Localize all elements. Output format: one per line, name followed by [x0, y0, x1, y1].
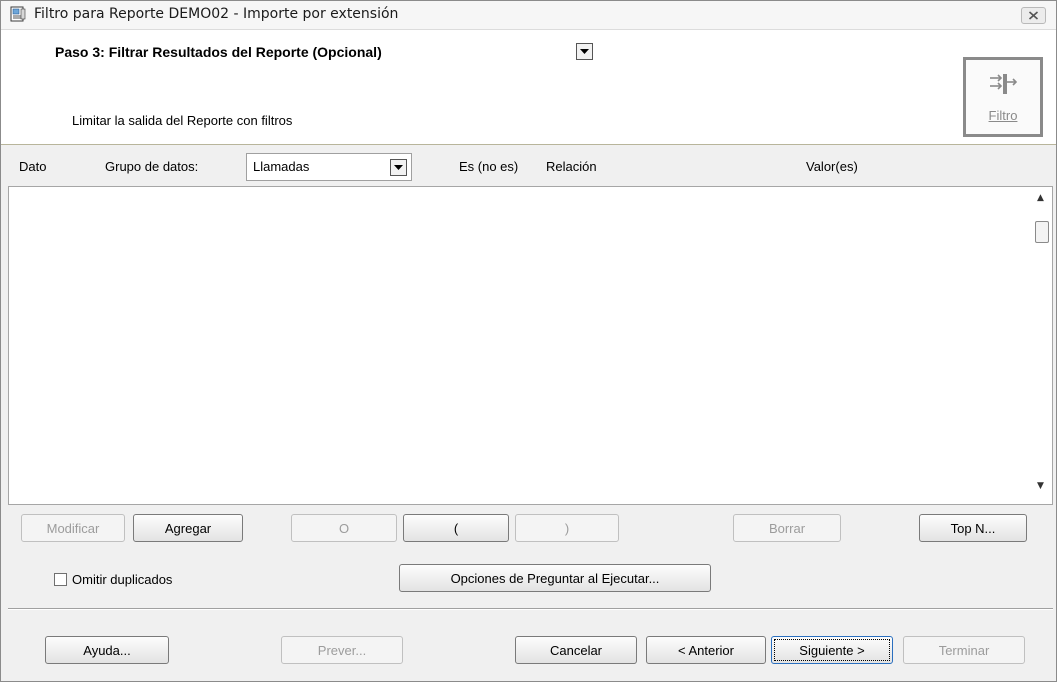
preguntar-options-button[interactable]: Opciones de Preguntar al Ejecutar...: [399, 564, 711, 592]
o-button[interactable]: O: [291, 514, 397, 542]
scroll-down-icon[interactable]: ▼: [1037, 481, 1044, 491]
step-description: Limitar la salida del Reporte con filtro…: [72, 113, 293, 128]
cancelar-button[interactable]: Cancelar: [515, 636, 637, 664]
filter-list[interactable]: ▲ ▼: [8, 186, 1053, 505]
data-group-dropdown-button[interactable]: [390, 159, 407, 176]
title-bar: Filtro para Reporte DEMO02 - Importe por…: [1, 1, 1056, 30]
chevron-down-icon: [394, 165, 403, 170]
column-dato: Dato: [19, 159, 47, 174]
window-title: Filtro para Reporte DEMO02 - Importe por…: [34, 6, 399, 22]
step-dropdown-button[interactable]: [576, 43, 593, 60]
scroll-up-icon[interactable]: ▲: [1037, 193, 1044, 203]
prever-button[interactable]: Prever...: [281, 636, 403, 664]
vertical-scrollbar[interactable]: ▲ ▼: [1033, 187, 1052, 504]
borrar-button[interactable]: Borrar: [733, 514, 841, 542]
omitir-duplicados-checkbox[interactable]: Omitir duplicados: [54, 569, 172, 589]
filter-button-label: Filtro: [988, 108, 1018, 123]
modificar-button[interactable]: Modificar: [21, 514, 125, 542]
report-window-icon: [10, 6, 26, 22]
column-es-no-es: Es (no es): [459, 159, 519, 174]
filter-toolbar-button[interactable]: Filtro: [963, 57, 1043, 137]
step-label: Paso 3: Filtrar Resultados del Reporte (…: [55, 44, 382, 60]
top-n-button[interactable]: Top N...: [919, 514, 1027, 542]
checkbox-box[interactable]: [54, 572, 67, 586]
column-relacion: Relación: [546, 159, 597, 174]
anterior-button[interactable]: < Anterior: [646, 636, 766, 664]
close-icon: [1028, 11, 1039, 20]
filter-dialog: Filtro para Reporte DEMO02 - Importe por…: [0, 0, 1057, 682]
scrollbar-thumb[interactable]: [1035, 221, 1049, 243]
chevron-down-icon: [580, 49, 589, 54]
footer-separator: [8, 608, 1053, 610]
ayuda-button[interactable]: Ayuda...: [45, 636, 169, 664]
data-group-select[interactable]: Llamadas: [246, 153, 412, 181]
filter-column-header: Dato Grupo de datos: Es (no es) Relación…: [1, 148, 1056, 184]
step-selector[interactable]: Paso 3: Filtrar Resultados del Reporte (…: [47, 41, 611, 65]
open-paren-button[interactable]: (: [403, 514, 509, 542]
close-button[interactable]: [1021, 7, 1046, 24]
siguiente-button[interactable]: Siguiente >: [771, 636, 893, 664]
omitir-duplicados-label: Omitir duplicados: [72, 571, 173, 587]
close-paren-button[interactable]: ): [515, 514, 619, 542]
column-valores: Valor(es): [806, 159, 858, 174]
agregar-button[interactable]: Agregar: [133, 514, 243, 542]
filter-icon: [990, 74, 1018, 94]
terminar-button[interactable]: Terminar: [903, 636, 1025, 664]
data-group-value: Llamadas: [253, 159, 310, 174]
data-group-label: Grupo de datos:: [105, 159, 199, 174]
